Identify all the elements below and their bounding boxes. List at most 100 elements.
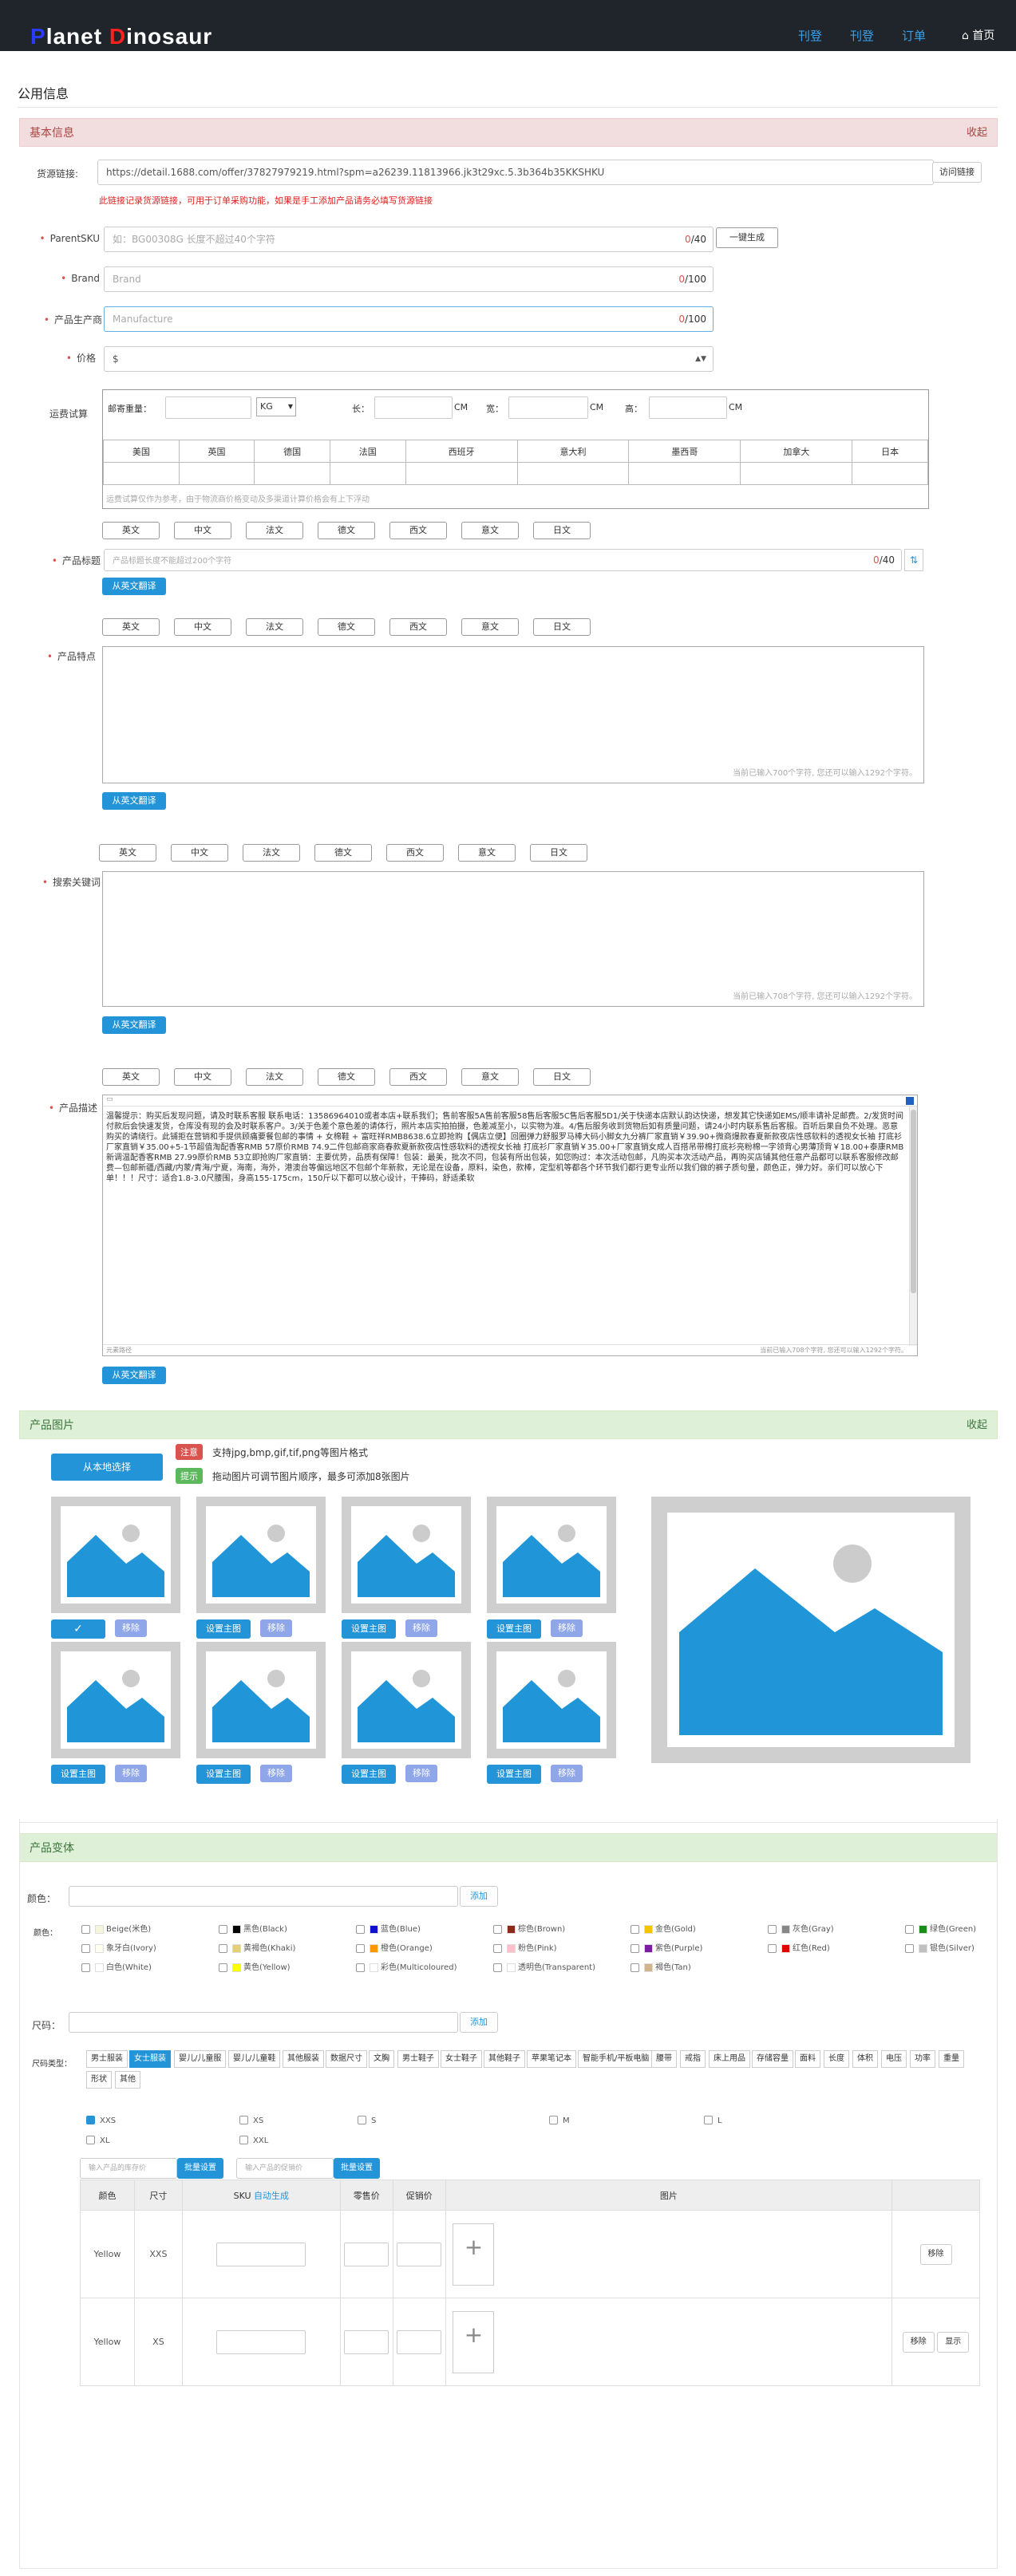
nav-link-publish-2[interactable]: 刊登 <box>850 27 874 44</box>
product-image-thumb[interactable] <box>51 1497 180 1613</box>
color-checkbox[interactable] <box>493 1924 502 1934</box>
color-option[interactable]: 黄色(Yellow) <box>219 1960 291 1972</box>
color-checkbox[interactable] <box>905 1943 914 1953</box>
size-type-tab[interactable]: 女士服装 <box>129 2050 171 2068</box>
size-type-tab[interactable]: 形状 <box>86 2071 112 2089</box>
product-image-thumb[interactable] <box>342 1497 471 1613</box>
size-option[interactable]: M <box>549 2116 570 2125</box>
color-option[interactable]: Beige(米色) <box>81 1922 151 1934</box>
sku-input[interactable] <box>216 2242 306 2266</box>
color-checkbox[interactable] <box>905 1924 914 1934</box>
remove-image-button[interactable]: 移除 <box>115 1619 147 1637</box>
color-option[interactable]: 彩色(Multicoloured) <box>356 1960 457 1972</box>
remove-image-button[interactable]: 移除 <box>405 1619 437 1637</box>
color-checkbox[interactable] <box>81 1963 90 1972</box>
promo-price-input[interactable] <box>397 2329 442 2354</box>
set-main-image-button[interactable]: 设置主图 <box>51 1765 105 1784</box>
lang-tab[interactable]: 日文 <box>533 618 591 636</box>
size-checkbox[interactable] <box>86 2116 95 2124</box>
lang-tab[interactable]: 英文 <box>102 618 160 636</box>
color-checkbox[interactable] <box>493 1963 502 1972</box>
translate-from-english-button[interactable]: 从英文翻译 <box>102 792 166 810</box>
lang-tab[interactable]: 法文 <box>243 844 300 862</box>
batch-set-button[interactable]: 批量设置 <box>334 2158 380 2179</box>
size-type-tab[interactable]: 戒指 <box>680 2050 706 2068</box>
size-checkbox[interactable] <box>239 2116 248 2124</box>
lang-tab[interactable]: 中文 <box>174 618 231 636</box>
parent-sku-input[interactable]: 如：BG00308G 长度不超过40个字符 0/40 <box>104 227 714 252</box>
translate-from-english-button[interactable]: 从英文翻译 <box>102 578 166 595</box>
generate-sku-button[interactable]: 一键生成 <box>716 227 778 248</box>
size-type-tab[interactable]: 文胸 <box>369 2050 394 2068</box>
lang-tab[interactable]: 德文 <box>318 618 375 636</box>
product-image-thumb[interactable] <box>196 1642 326 1758</box>
color-checkbox[interactable] <box>356 1924 365 1934</box>
lang-tab[interactable]: 德文 <box>318 1068 375 1086</box>
lang-tab[interactable]: 西文 <box>389 618 447 636</box>
size-type-tab[interactable]: 其他 <box>115 2071 140 2089</box>
color-option[interactable]: 白色(White) <box>81 1960 152 1972</box>
lang-tab[interactable]: 法文 <box>246 1068 303 1086</box>
features-textarea[interactable]: 当前已输入700个字符, 您还可以输入1292个字符。 <box>102 646 924 783</box>
color-checkbox[interactable] <box>631 1943 639 1953</box>
lang-tab[interactable]: 西文 <box>389 522 447 539</box>
add-image-button[interactable]: + <box>452 2310 494 2373</box>
size-option[interactable]: XXL <box>239 2136 268 2145</box>
remove-button[interactable]: 移除 <box>919 2243 952 2265</box>
size-checkbox[interactable] <box>239 2136 248 2144</box>
upload-local-button[interactable]: 从本地选择 <box>51 1454 163 1481</box>
product-title-input[interactable]: 产品标题长度不能超过200个字符 0/40 <box>104 549 902 571</box>
color-option[interactable]: 象牙白(Ivory) <box>81 1941 156 1953</box>
color-checkbox[interactable] <box>631 1924 639 1934</box>
remove-image-button[interactable]: 移除 <box>260 1619 292 1637</box>
weight-unit-select[interactable]: KG ▼ <box>256 397 296 416</box>
translate-from-english-button[interactable]: 从英文翻译 <box>102 1367 166 1384</box>
color-option[interactable]: 绿色(Green) <box>905 1922 976 1934</box>
size-type-tab[interactable]: 男士服装 <box>86 2050 128 2068</box>
auto-generate-link[interactable]: 自动生成 <box>254 2191 289 2201</box>
size-input[interactable] <box>69 2012 458 2033</box>
size-type-tab[interactable]: 女士鞋子 <box>441 2050 482 2068</box>
keywords-textarea[interactable]: 当前已输入708个字符, 您还可以输入1292个字符。 <box>102 871 924 1007</box>
lang-tab[interactable]: 日文 <box>533 522 591 539</box>
spinner-icon[interactable]: ▲▼ <box>695 347 706 371</box>
size-type-tab[interactable]: 体积 <box>852 2050 878 2068</box>
product-image-thumb[interactable] <box>487 1497 616 1613</box>
lang-tab[interactable]: 法文 <box>246 522 303 539</box>
brand-input[interactable]: Brand 0/100 <box>104 266 714 292</box>
color-option[interactable]: 红色(Red) <box>768 1941 830 1953</box>
color-checkbox[interactable] <box>768 1924 777 1934</box>
lang-tab[interactable]: 意文 <box>461 618 519 636</box>
add-image-button[interactable]: + <box>452 2223 494 2286</box>
color-option[interactable]: 灰色(Gray) <box>768 1922 834 1934</box>
color-checkbox[interactable] <box>219 1963 227 1972</box>
color-option[interactable]: 透明色(Transparent) <box>493 1960 595 1972</box>
color-option[interactable]: 紫色(Purple) <box>631 1941 702 1953</box>
batch-stock-input[interactable]: 输入产品的库存价 <box>80 2158 177 2179</box>
color-option[interactable]: 粉色(Pink) <box>493 1941 557 1953</box>
color-option[interactable]: 蓝色(Blue) <box>356 1922 421 1934</box>
color-checkbox[interactable] <box>81 1943 90 1953</box>
home-link[interactable]: ⌂ 首页 <box>962 27 994 43</box>
size-type-tab[interactable]: 面料 <box>795 2050 820 2068</box>
size-checkbox[interactable] <box>549 2116 558 2124</box>
remove-image-button[interactable]: 移除 <box>551 1765 583 1782</box>
visit-link-button[interactable]: 访问链接 <box>932 162 982 183</box>
lang-tab[interactable]: 西文 <box>389 1068 447 1086</box>
set-main-image-button[interactable]: 设置主图 <box>196 1765 251 1784</box>
color-checkbox[interactable] <box>768 1943 777 1953</box>
size-checkbox[interactable] <box>358 2116 366 2124</box>
size-type-tab[interactable]: 腰带 <box>651 2050 677 2068</box>
lang-tab[interactable]: 英文 <box>99 844 156 862</box>
color-checkbox[interactable] <box>219 1943 227 1953</box>
collapse-link[interactable]: 收起 <box>967 119 987 148</box>
retail-price-input[interactable] <box>344 2329 389 2354</box>
color-option[interactable]: 黑色(Black) <box>219 1922 287 1934</box>
translate-from-english-button[interactable]: 从英文翻译 <box>102 1016 166 1034</box>
lang-tab[interactable]: 法文 <box>246 618 303 636</box>
set-main-image-button[interactable]: 设置主图 <box>196 1619 251 1639</box>
editor-toolbar[interactable]: ▭ <box>103 1095 917 1107</box>
description-editor[interactable]: ▭ 温馨提示：购买后发现问题，请及时联系客服 联系电话：13586964010或… <box>102 1095 918 1356</box>
height-input[interactable] <box>649 396 727 419</box>
size-option[interactable]: S <box>358 2116 376 2125</box>
